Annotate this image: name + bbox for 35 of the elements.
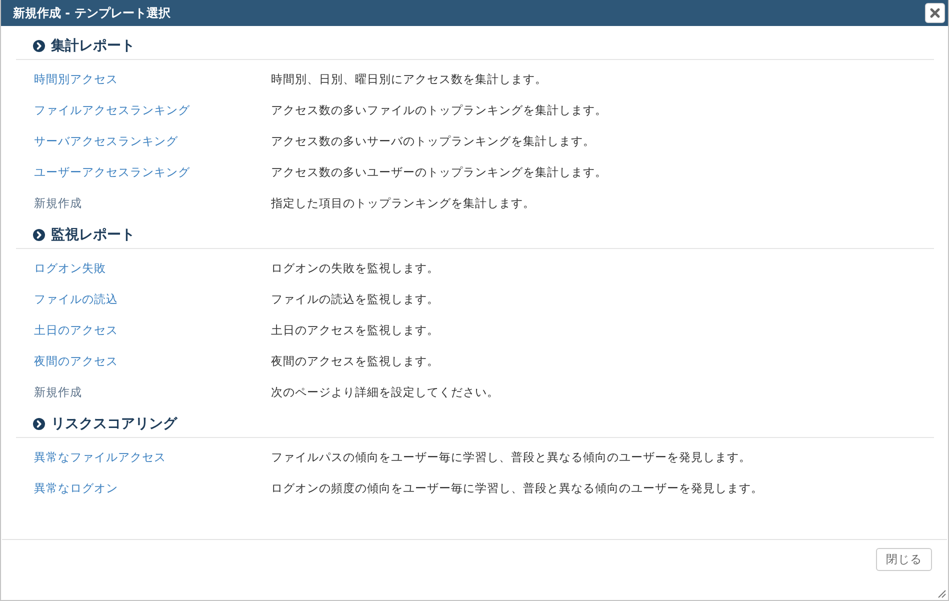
template-link[interactable]: ユーザーアクセスランキング [34, 165, 190, 179]
resize-grip-icon[interactable] [938, 590, 946, 598]
section-title: 監視レポート [51, 226, 135, 244]
template-link[interactable]: 異常なログオン [34, 481, 118, 495]
close-button[interactable] [925, 3, 945, 23]
template-description: 土日のアクセスを監視します。 [271, 323, 439, 338]
section-title: 集計レポート [51, 37, 135, 55]
template-link[interactable]: 時間別アクセス [34, 72, 118, 86]
template-description: アクセス数の多いファイルのトップランキングを集計します。 [271, 103, 607, 118]
template-link[interactable]: 新規作成 [34, 385, 82, 399]
template-description: アクセス数の多いサーバのトップランキングを集計します。 [271, 134, 595, 149]
template-description: 夜間のアクセスを監視します。 [271, 354, 439, 369]
template-description: 時間別、日別、曜日別にアクセス数を集計します。 [271, 72, 547, 87]
template-link[interactable]: ログオン失敗 [34, 261, 106, 275]
chevron-circle-icon [33, 229, 45, 241]
template-description: 指定した項目のトップランキングを集計します。 [271, 196, 535, 211]
template-description: ログオンの失敗を監視します。 [271, 261, 439, 276]
section-title: リスクスコアリング [51, 415, 177, 433]
template-description: ファイルパスの傾向をユーザー毎に学習し、普段と異なる傾向のユーザーを発見します。 [271, 450, 751, 465]
template-description: ログオンの頻度の傾向をユーザー毎に学習し、普段と異なる傾向のユーザーを発見します。 [271, 481, 763, 496]
template-link[interactable]: ファイルアクセスランキング [34, 103, 190, 117]
template-link[interactable]: 夜間のアクセス [34, 354, 118, 368]
template-description: ファイルの読込を監視します。 [271, 292, 439, 307]
close-dialog-button[interactable]: 閉じる [876, 548, 932, 571]
template-link[interactable]: 土日のアクセス [34, 323, 118, 337]
template-description: アクセス数の多いユーザーのトップランキングを集計します。 [271, 165, 607, 180]
template-link[interactable]: サーバアクセスランキング [34, 134, 178, 148]
template-link[interactable]: 異常なファイルアクセス [34, 450, 166, 464]
template-link[interactable]: 新規作成 [34, 196, 82, 210]
close-icon [930, 8, 940, 18]
window-title: 新規作成 - テンプレート選択 [13, 4, 170, 22]
chevron-circle-icon [33, 418, 45, 430]
template-link[interactable]: ファイルの読込 [34, 292, 118, 306]
chevron-circle-icon [33, 40, 45, 52]
template-description: 次のページより詳細を設定してください。 [271, 385, 499, 400]
